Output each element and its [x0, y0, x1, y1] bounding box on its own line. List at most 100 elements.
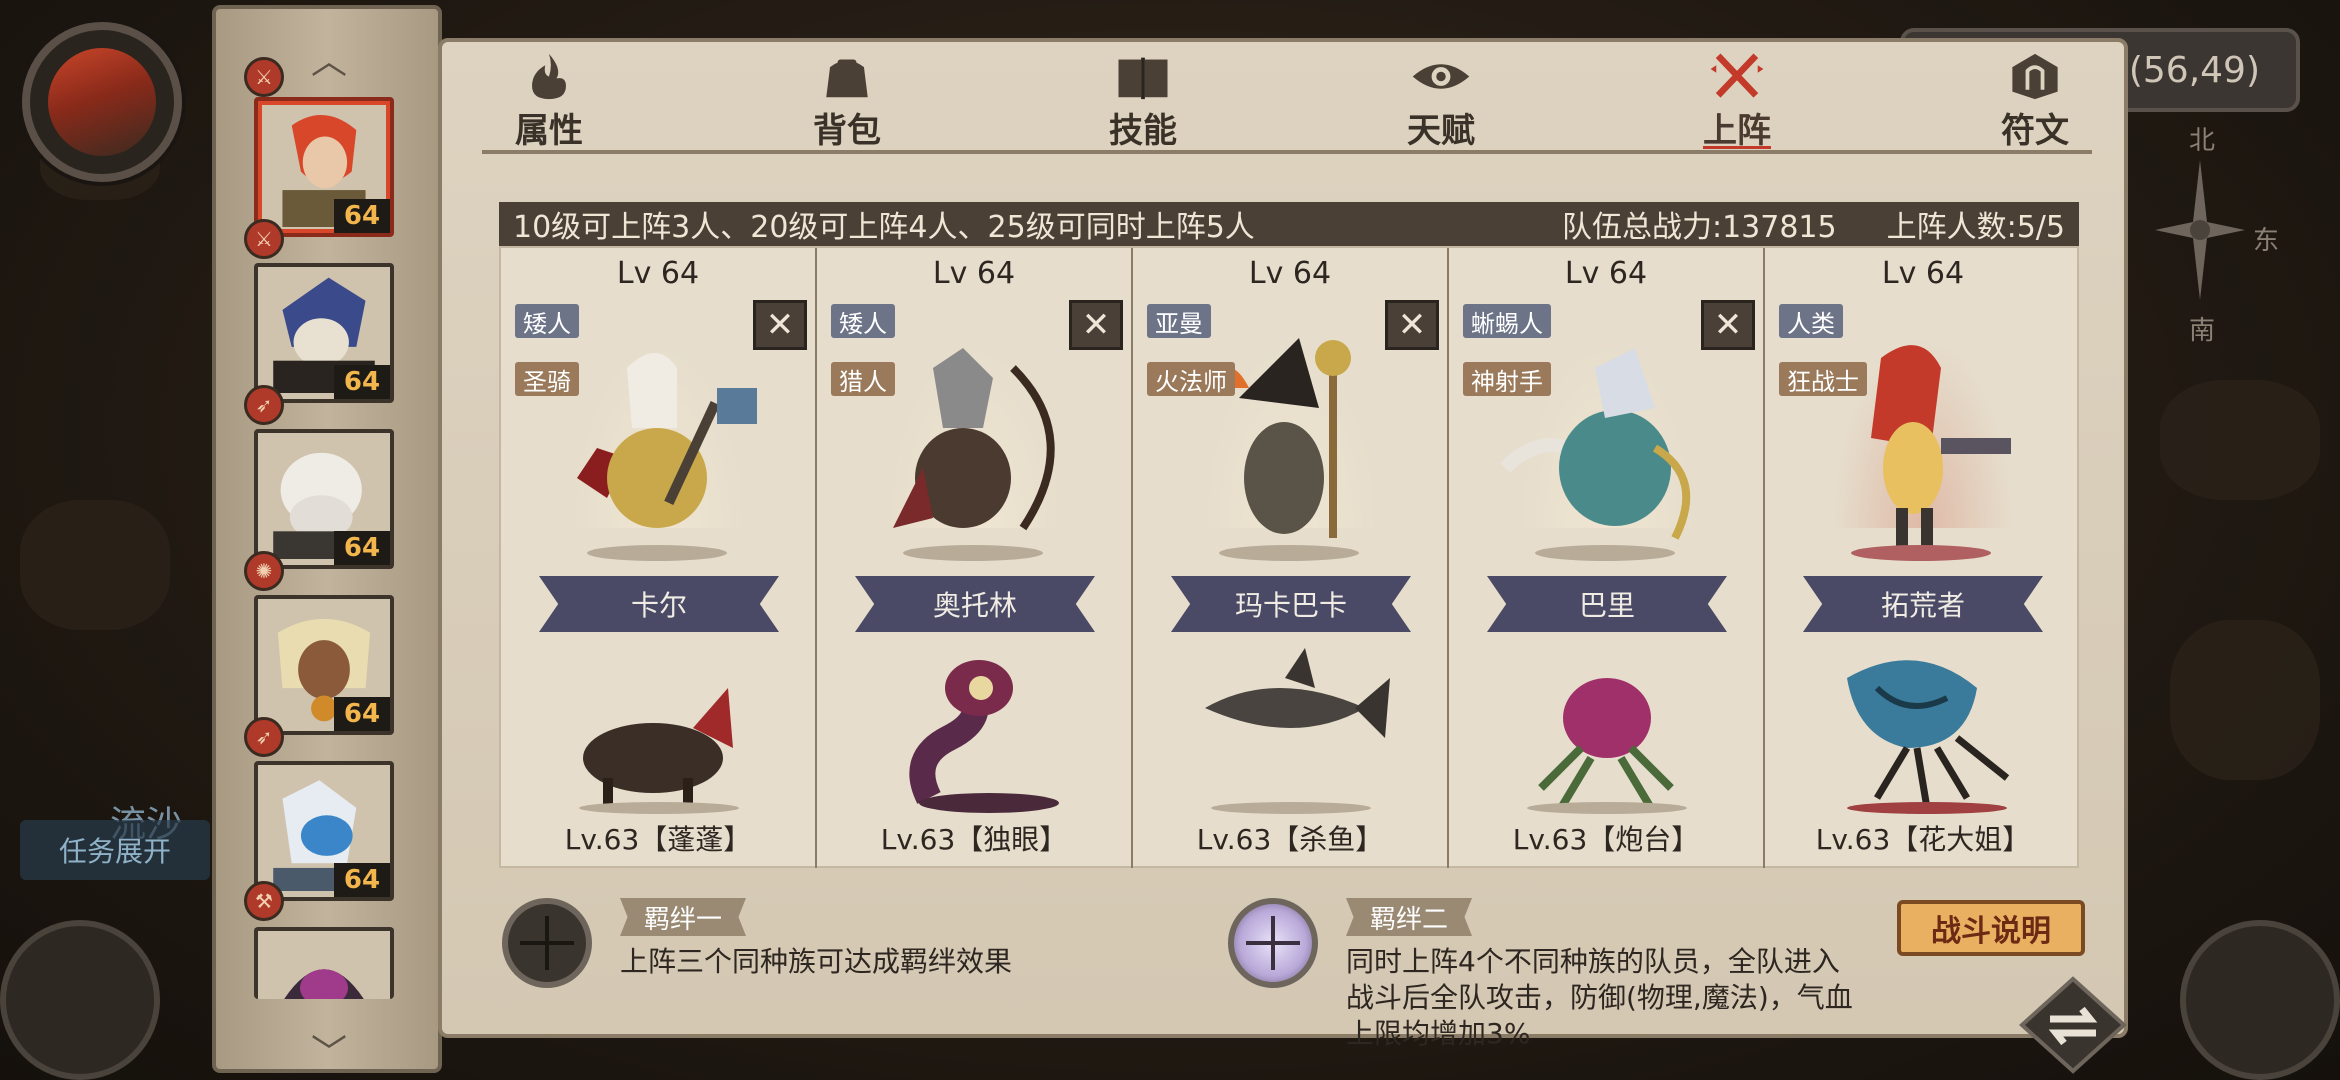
task-expand-button[interactable]: 任务展开 — [20, 820, 210, 880]
roster-slot[interactable] — [254, 927, 394, 999]
hero-portrait — [284, 969, 364, 999]
pet-sprite — [909, 660, 1059, 813]
roster-level: 64 — [334, 697, 390, 731]
roster-scroll-down-icon[interactable]: ﹀ — [304, 1036, 354, 1072]
role-badge-icon: ⚔ — [244, 57, 284, 97]
rune-icon — [2012, 53, 2058, 100]
lineup-count: 上阵人数:5/5 — [1886, 210, 2065, 245]
lineup-slot[interactable]: Lv 64 亚曼 火法师 ✕ 玛卡巴卡 Lv.63【杀鱼】 — [1133, 248, 1449, 868]
bond-description-line: 战斗后全队攻击，防御(物理,魔法)，气血 — [1346, 981, 1853, 1014]
remove-hero-button[interactable]: ✕ — [1701, 300, 1755, 350]
roster-level: 64 — [334, 863, 390, 897]
hero-level: Lv 64 — [932, 256, 1016, 291]
pet-level-name: Lv.63【独眼】 — [880, 823, 1068, 856]
lineup-slot[interactable]: Lv 64 矮人 圣骑 ✕ 卡尔 Lv.63【蓬蓬】 — [501, 248, 817, 868]
race-tag: 蜥蜴人 — [1463, 304, 1551, 338]
tab-label: 符文 — [2001, 111, 2069, 151]
left-action-button[interactable] — [0, 920, 160, 1080]
roster-scroll-up-icon[interactable]: ︿ — [304, 44, 354, 80]
flame-icon — [532, 53, 566, 100]
remove-hero-button[interactable]: ✕ — [753, 300, 807, 350]
pet-sprite — [1205, 648, 1390, 814]
bond-description: 同时上阵4个不同种族的队员，全队进入 战斗后全队攻击，防御(物理,魔法)，气血 … — [1346, 944, 1853, 1052]
swap-arrows-icon[interactable] — [2018, 975, 2128, 1075]
panel-tabs: 属性 背包 技能 天赋 上阵 符文 — [442, 42, 2124, 152]
class-tag: 神射手 — [1463, 362, 1551, 396]
hero-roster[interactable]: ︿ ⚔ 64 ⚔ 64 ➶ 64 ✺ 64 ➶ 64 ⚒ ﹀ — [212, 5, 442, 1073]
class-tag: 火法师 — [1147, 362, 1235, 396]
role-badge-icon: ➶ — [244, 717, 284, 757]
lineup-rule-text: 10级可上阵3人、20级可上阵4人、25级可同时上阵5人 — [513, 210, 1255, 245]
tab-skills[interactable]: 技能 — [1078, 52, 1208, 152]
bond-description: 上阵三个同种族可达成羁绊效果 — [620, 945, 1013, 978]
role-badge-icon: ⚒ — [244, 881, 284, 921]
roster-slot[interactable]: 64 — [254, 97, 394, 237]
compass-south: 南 — [2189, 316, 2216, 346]
hero-name-banner: 卡尔 — [539, 576, 779, 632]
lineup-slot[interactable]: Lv 64 蜥蜴人 神射手 ✕ 巴里 Lv.63【炮台】 — [1449, 248, 1765, 868]
role-badge-icon: ⚔ — [244, 219, 284, 259]
tab-label: 背包 — [813, 111, 881, 151]
hero-level: Lv 64 — [1881, 256, 1965, 291]
player-avatar[interactable] — [22, 22, 182, 182]
lineup-slot[interactable]: Lv 64 人类 狂战士 ✕ 拓荒者 Lv.63【花大姐】 — [1765, 248, 2081, 868]
hero-name-banner: 奥托林 — [855, 576, 1095, 632]
compass-east: 东 — [2253, 226, 2280, 256]
crossed-swords-icon — [1710, 53, 1764, 98]
tab-label: 技能 — [1109, 111, 1177, 151]
bond-title: 羁绊一 — [620, 898, 747, 936]
role-badge-icon: ➶ — [244, 385, 284, 425]
eye-icon — [1412, 64, 1470, 89]
home-button[interactable] — [2180, 920, 2340, 1080]
pet-sprite — [579, 688, 739, 814]
team-power: 队伍总战力:137815 — [1561, 210, 1837, 245]
hero-name-banner: 拓荒者 — [1803, 576, 2043, 632]
compass-north: 北 — [2189, 126, 2216, 156]
pet-sprite — [1847, 660, 2010, 814]
roster-slot[interactable]: 64 — [254, 595, 394, 735]
hero-name-banner: 巴里 — [1487, 576, 1727, 632]
tab-label: 属性 — [515, 111, 583, 151]
battle-info-button[interactable]: 战斗说明 — [1897, 900, 2085, 956]
bag-icon — [826, 59, 868, 98]
hero-level: Lv 64 — [1248, 256, 1332, 291]
bond-emblem-icon — [1228, 898, 1318, 988]
bond-title: 羁绊二 — [1346, 898, 1473, 936]
tab-lineup[interactable]: 上阵 — [1672, 52, 1802, 152]
race-tag: 矮人 — [515, 304, 579, 338]
roster-slot[interactable]: 64 — [254, 429, 394, 569]
tab-bag[interactable]: 背包 — [782, 52, 912, 152]
roster-level: 64 — [334, 199, 390, 233]
pet-level-name: Lv.63【蓬蓬】 — [564, 823, 752, 856]
tab-label: 上阵 — [1703, 111, 1771, 151]
roster-level: 64 — [334, 365, 390, 399]
hero-panel: 属性 背包 技能 天赋 上阵 符文 10级可上阵3人、20级可上阵4人、25级可… — [438, 38, 2128, 1050]
tab-label: 天赋 — [1407, 111, 1475, 151]
roster-slot[interactable]: 64 — [254, 761, 394, 901]
remove-hero-button[interactable]: ✕ — [1069, 300, 1123, 350]
lineup-slot[interactable]: Lv 64 矮人 猎人 ✕ 奥托林 Lv.63【独眼】 — [817, 248, 1133, 868]
tab-attributes[interactable]: 属性 — [484, 52, 614, 152]
hero-name-banner: 玛卡巴卡 — [1171, 576, 1411, 632]
class-tag: 猎人 — [831, 362, 895, 396]
class-tag: 圣骑 — [515, 362, 579, 396]
tab-runes[interactable]: 符文 — [1970, 52, 2100, 152]
hero-level: Lv 64 — [616, 256, 700, 291]
class-tag: 狂战士 — [1779, 362, 1867, 396]
compass-rose: 北 东 南 — [2125, 120, 2279, 350]
remove-hero-button[interactable]: ✕ — [1385, 300, 1439, 350]
hero-level: Lv 64 — [1564, 256, 1648, 291]
roster-slot[interactable]: 64 — [254, 263, 394, 403]
role-badge-icon: ✺ — [244, 551, 284, 591]
lineup-info-bar: 10级可上阵3人、20级可上阵4人、25级可同时上阵5人 队伍总战力:13781… — [499, 202, 2079, 246]
tab-talent[interactable]: 天赋 — [1376, 52, 1506, 152]
pet-sprite — [1527, 678, 1687, 814]
race-tag: 人类 — [1779, 304, 1843, 338]
compass-star-icon — [2155, 160, 2245, 300]
bond-emblem-icon — [502, 898, 592, 988]
race-tag: 亚曼 — [1147, 304, 1211, 338]
pet-level-name: Lv.63【花大姐】 — [1815, 823, 2031, 856]
lineup-grid: Lv 64 矮人 圣骑 ✕ 卡尔 Lv.63【蓬蓬】 Lv 64 矮人 猎人 ✕… — [499, 246, 2079, 868]
tab-divider — [482, 150, 2092, 154]
bond-description-line: 同时上阵4个不同种族的队员，全队进入 — [1346, 945, 1840, 978]
